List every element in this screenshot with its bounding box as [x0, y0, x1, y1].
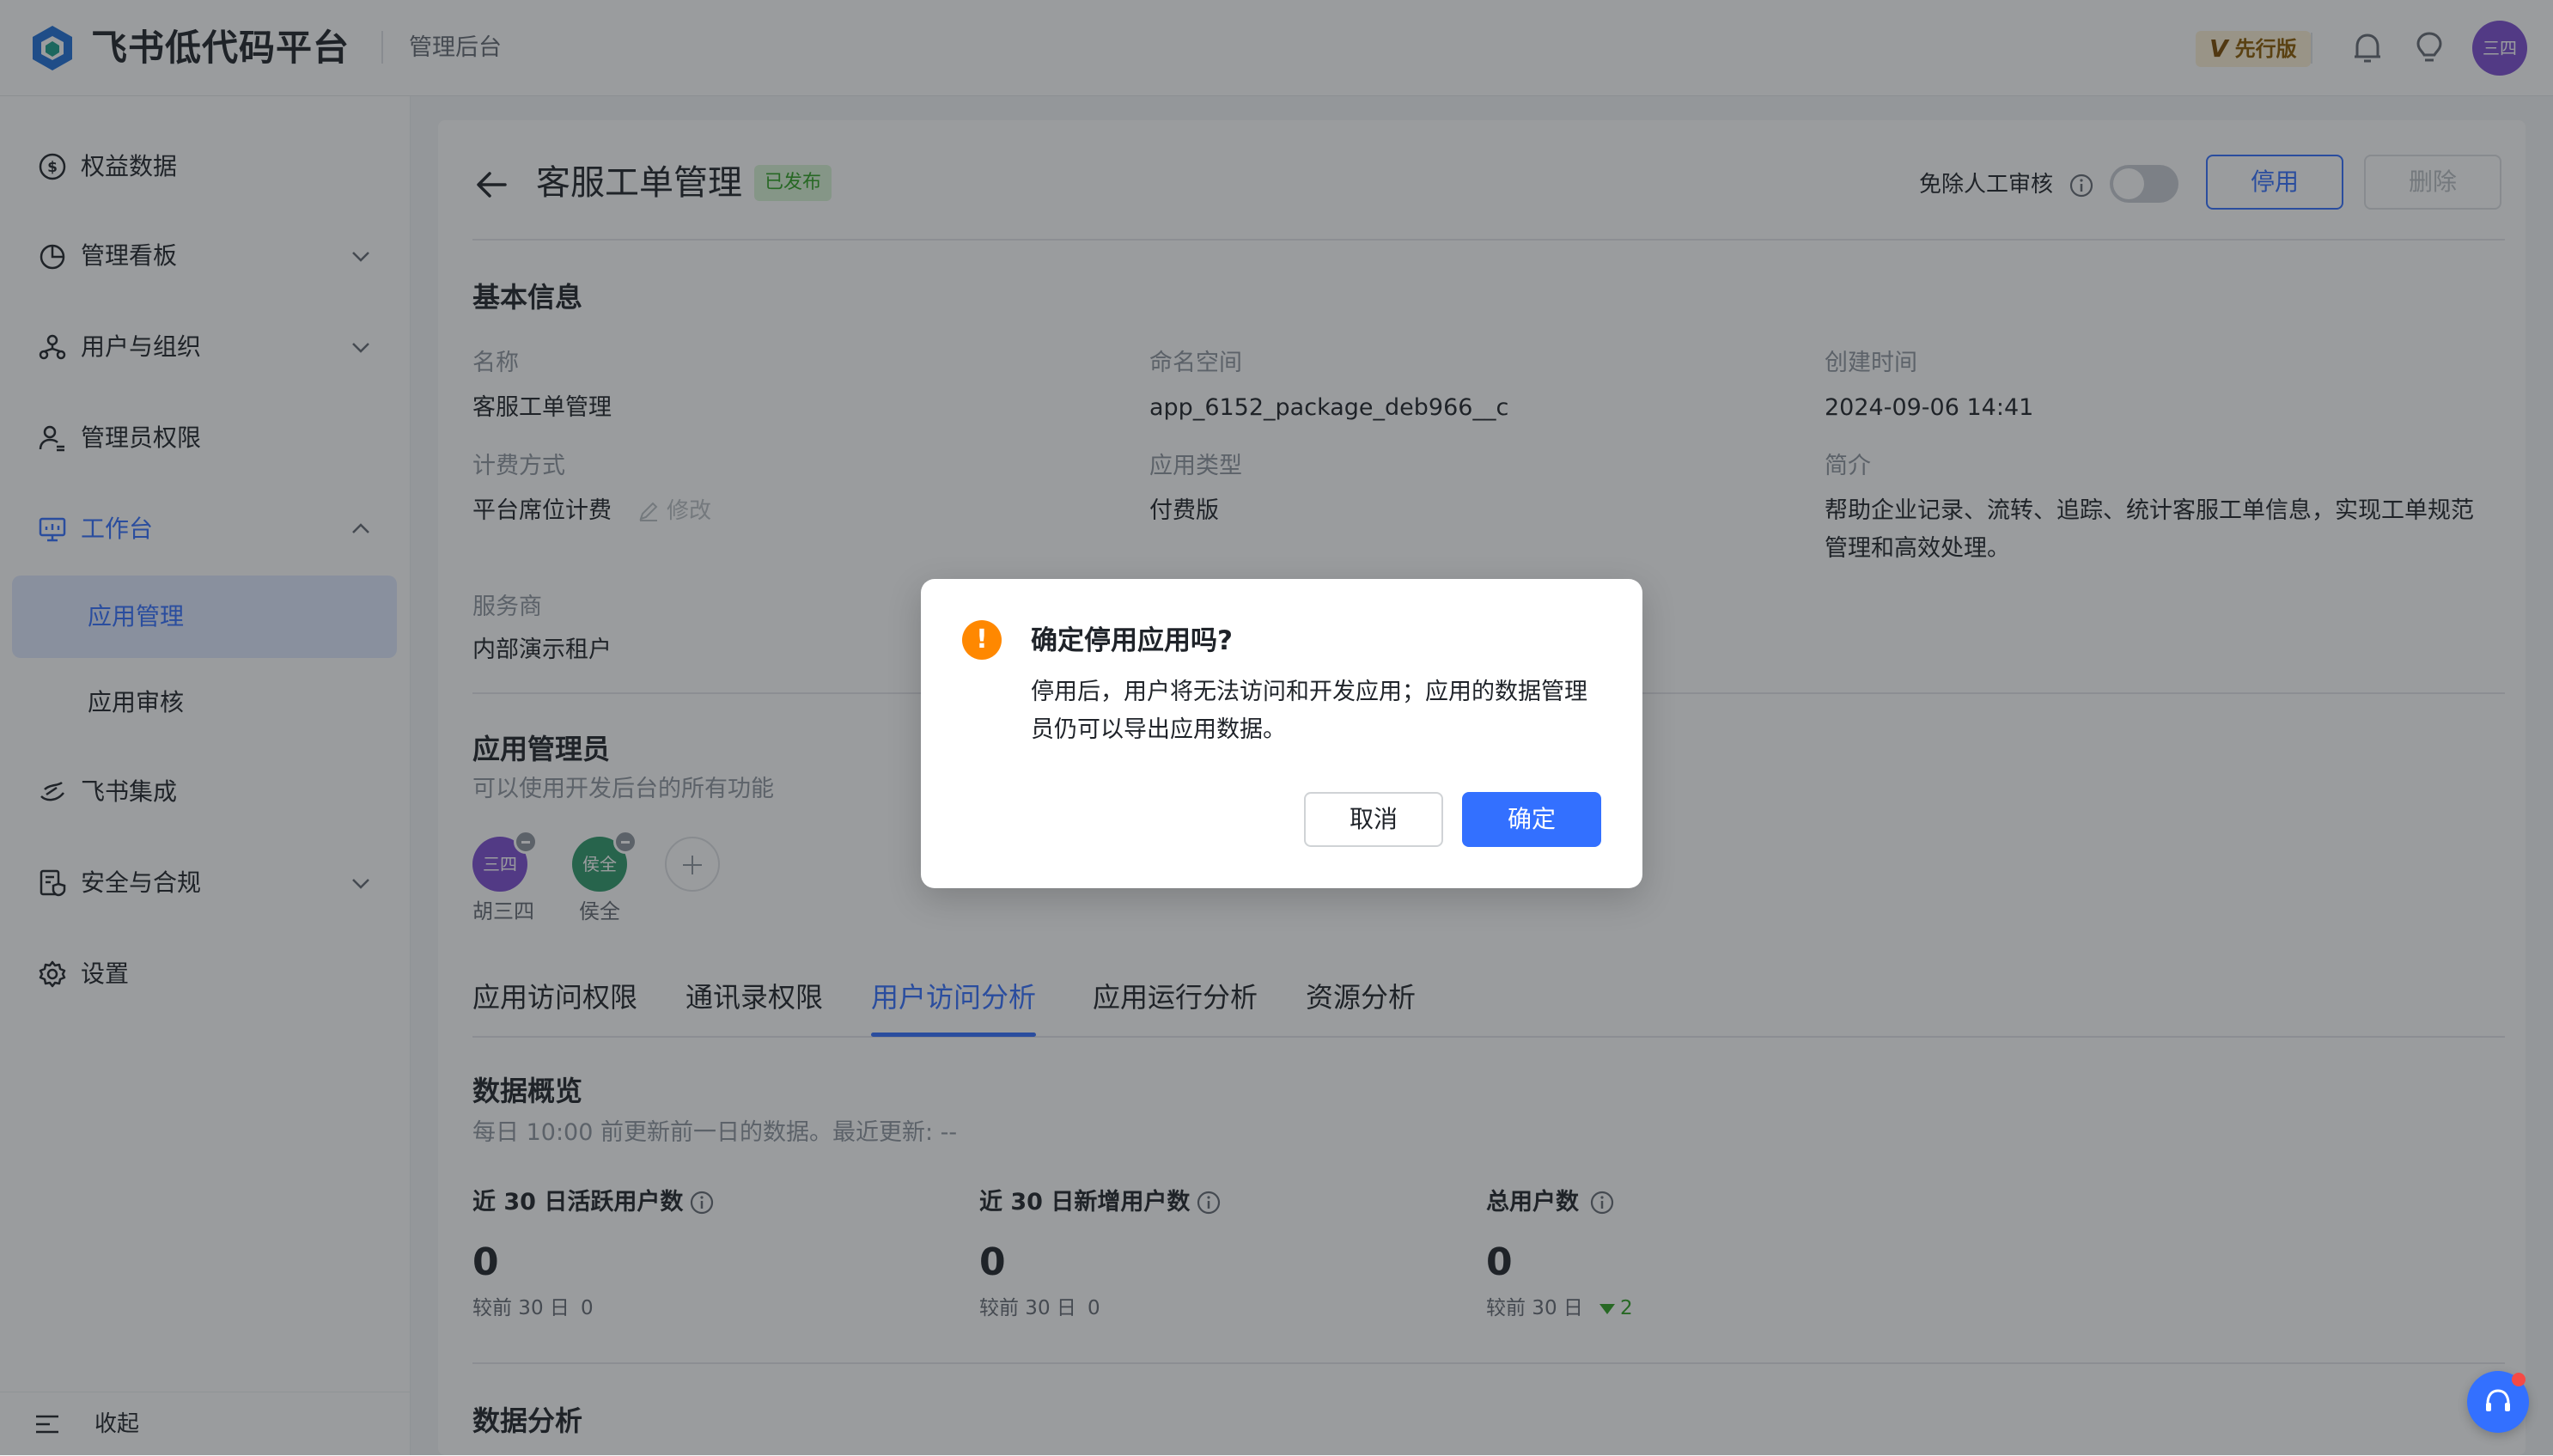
headset-icon	[2486, 1389, 2510, 1411]
dialog-body: 停用后，用户将无法访问和开发应用；应用的数据管理员仍可以导出应用数据。	[1031, 679, 1587, 743]
confirm-button[interactable]: 确定	[1462, 792, 1601, 847]
cancel-button[interactable]: 取消	[1304, 792, 1443, 847]
dialog-title: 确定停用应用吗?	[1031, 625, 1233, 656]
notification-dot	[2512, 1373, 2526, 1386]
help-button[interactable]	[2467, 1371, 2529, 1433]
warning-icon: !	[962, 620, 1002, 660]
confirm-dialog: ! 确定停用应用吗? 停用后，用户将无法访问和开发应用；应用的数据管理员仍可以导…	[921, 579, 1642, 888]
